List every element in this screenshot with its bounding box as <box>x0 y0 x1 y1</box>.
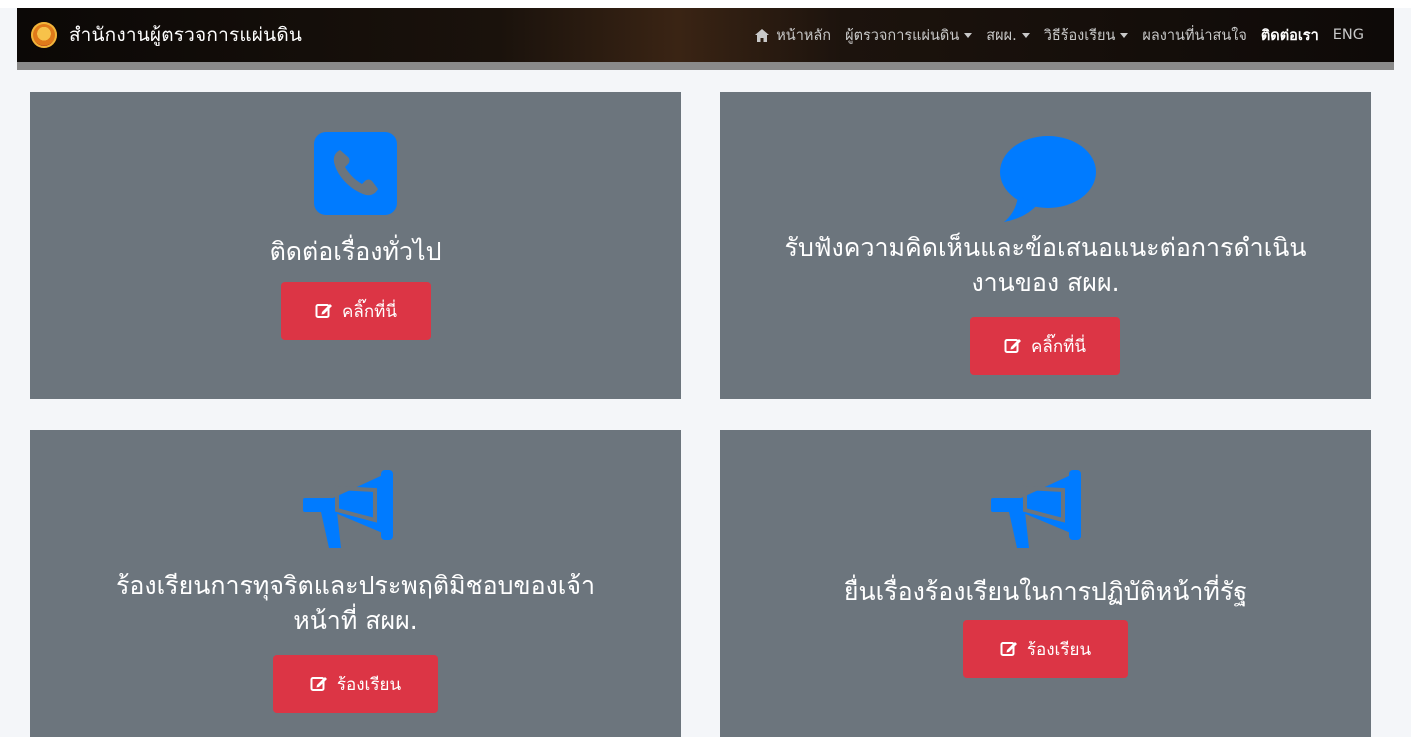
edit-icon <box>1004 339 1022 353</box>
button-label: ร้องเรียน <box>336 674 402 695</box>
nav-item-ombudsman[interactable]: ผู้ตรวจการแผ่นดิน <box>845 24 973 47</box>
nav-item-contact[interactable]: ติดต่อเรา <box>1261 24 1319 47</box>
card-title-line1: ร้องเรียนการทุจริตและประพฤติมิชอบของเจ้า <box>115 571 596 600</box>
nav-item-label: ผู้ตรวจการแผ่นดิน <box>845 27 960 44</box>
edit-icon <box>1000 642 1017 656</box>
card-title-line1: รับฟังความคิดเห็นและข้อเสนอแนะต่อการดำเน… <box>784 233 1307 262</box>
click-here-button[interactable]: คลิ๊กที่นี่ <box>970 317 1120 375</box>
card-state-duty-complaint: ยื่นเรื่องร้องเรียนในการปฏิบัติหน้าที่รั… <box>720 430 1371 737</box>
megaphone-icon <box>991 470 1081 548</box>
brand[interactable]: สำนักงานผู้ตรวจการแผ่นดิน <box>31 20 302 50</box>
speech-bubble-icon <box>1000 136 1096 222</box>
click-here-button[interactable]: คลิ๊กที่นี่ <box>281 282 431 340</box>
nav-item-label: ติดต่อเรา <box>1260 27 1319 44</box>
edit-icon <box>310 677 327 691</box>
brand-title: สำนักงานผู้ตรวจการแผ่นดิน <box>69 24 303 46</box>
nav-item-office[interactable]: สผผ. <box>986 24 1030 47</box>
card-title: ยื่นเรื่องร้องเรียนในการปฏิบัติหน้าที่รั… <box>843 577 1248 606</box>
megaphone-icon <box>303 470 393 548</box>
complaint-button[interactable]: ร้องเรียน <box>273 655 438 713</box>
main-nav: หน้าหลัก ผู้ตรวจการแผ่นดิน สผผ. วิธีร้อง… <box>741 8 1364 62</box>
nav-item-label: ENG <box>1332 27 1364 43</box>
nav-item-label: หน้าหลัก <box>776 27 832 44</box>
nav-item-label: สผผ. <box>986 27 1017 44</box>
ombudsman-logo-icon <box>31 22 57 48</box>
card-title: ติดต่อเรื่องทั่วไป <box>269 237 442 266</box>
card-feedback: รับฟังความคิดเห็นและข้อเสนอแนะต่อการดำเน… <box>720 92 1371 399</box>
button-label: ร้องเรียน <box>1026 639 1092 660</box>
complaint-button[interactable]: ร้องเรียน <box>963 620 1128 678</box>
card-corruption-complaint: ร้องเรียนการทุจริตและประพฤติมิชอบของเจ้า… <box>30 430 681 737</box>
nav-item-home[interactable]: หน้าหลัก <box>755 24 831 47</box>
nav-item-highlights[interactable]: ผลงานที่น่าสนใจ <box>1142 24 1246 47</box>
navbar: สำนักงานผู้ตรวจการแผ่นดิน หน้าหลัก ผู้ตร… <box>17 8 1394 62</box>
top-strip <box>0 0 1411 8</box>
caret-down-icon <box>1021 32 1030 38</box>
navbar-shadow <box>17 62 1394 70</box>
nav-item-english[interactable]: ENG <box>1333 27 1364 43</box>
nav-item-complaint-method[interactable]: วิธีร้องเรียน <box>1044 24 1129 47</box>
home-icon <box>755 28 770 42</box>
nav-item-label: ผลงานที่น่าสนใจ <box>1142 27 1247 44</box>
edit-icon <box>315 304 333 318</box>
button-label: คลิ๊กที่นี่ <box>1031 336 1086 357</box>
caret-down-icon <box>1120 32 1129 38</box>
card-general-contact: ติดต่อเรื่องทั่วไป คลิ๊กที่นี่ <box>30 92 681 399</box>
nav-item-label: วิธีร้องเรียน <box>1043 27 1116 44</box>
card-title-line2: งานของ สผผ. <box>971 268 1120 297</box>
caret-down-icon <box>964 32 973 38</box>
button-label: คลิ๊กที่นี่ <box>342 301 397 322</box>
card-title-line2: หน้าที่ สผผ. <box>293 606 418 635</box>
phone-icon <box>314 132 397 215</box>
